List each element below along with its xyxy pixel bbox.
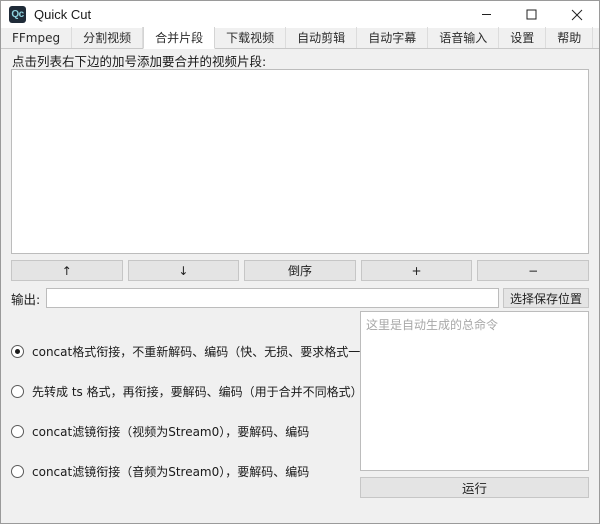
choose-save-location-button[interactable]: 选择保存位置 [502, 288, 589, 308]
instruction-text: 点击列表右下边的加号添加要合并的视频片段: [12, 54, 267, 69]
window-title: Quick Cut [34, 7, 92, 22]
tab-download-video[interactable]: 下载视频 [215, 27, 287, 48]
tab-help[interactable]: 帮助 [546, 27, 594, 48]
tab-settings[interactable]: 设置 [499, 27, 547, 48]
remove-clip-button[interactable]: − [477, 260, 589, 281]
option-label: concat滤镜衔接（视频为Stream0），要解码、编码 [32, 424, 310, 439]
tab-auto-subtitle[interactable]: 自动字幕 [357, 27, 429, 48]
add-clip-button[interactable]: + [360, 260, 473, 281]
window-controls [464, 1, 599, 28]
option-transcode-ts[interactable]: 先转成 ts 格式，再衔接，要解码、编码（用于合并不同格式） [11, 371, 363, 411]
radio-icon [11, 384, 24, 398]
app-window: Qc Quick Cut FFmpeg 分割视频 合并片段 下载视频 自动剪辑 … [0, 0, 600, 524]
output-path-input[interactable] [46, 288, 499, 308]
run-button[interactable]: 运行 [360, 477, 589, 498]
minimize-button[interactable] [464, 1, 509, 28]
tab-bar: FFmpeg 分割视频 合并片段 下载视频 自动剪辑 自动字幕 语音输入 设置 … [1, 27, 599, 49]
close-button[interactable] [554, 1, 599, 28]
radio-icon [11, 344, 24, 358]
list-action-buttons: ↑ ↓ 倒序 + − [11, 260, 589, 281]
radio-icon [11, 464, 24, 478]
merge-mode-options: concat格式衔接，不重新解码、编码（快、无损、要求格式一致） 先转成 ts … [11, 331, 384, 491]
move-up-button[interactable]: ↑ [11, 260, 123, 281]
maximize-button[interactable] [509, 1, 554, 28]
option-concat-filter-video[interactable]: concat滤镜衔接（视频为Stream0），要解码、编码 [11, 411, 356, 451]
reverse-order-button[interactable]: 倒序 [244, 260, 356, 281]
close-icon [571, 9, 582, 20]
option-concat-format[interactable]: concat格式衔接，不重新解码、编码（快、无损、要求格式一致） [11, 331, 384, 371]
radio-icon [11, 424, 24, 438]
minimize-icon [482, 14, 491, 15]
option-label: 先转成 ts 格式，再衔接，要解码、编码（用于合并不同格式） [32, 384, 363, 399]
title-bar: Qc Quick Cut [1, 1, 599, 28]
output-label: 输出: [11, 291, 41, 307]
option-concat-filter-audio[interactable]: concat滤镜衔接（音频为Stream0），要解码、编码 [11, 451, 356, 491]
tab-split-video[interactable]: 分割视频 [72, 27, 144, 48]
move-down-button[interactable]: ↓ [127, 260, 240, 281]
option-label: concat格式衔接，不重新解码、编码（快、无损、要求格式一致） [32, 344, 385, 359]
output-row: 输出: 选择保存位置 [11, 288, 589, 308]
command-textarea[interactable] [360, 311, 589, 471]
clip-list[interactable] [11, 69, 589, 254]
option-label: concat滤镜衔接（音频为Stream0），要解码、编码 [32, 464, 310, 479]
tab-ffmpeg[interactable]: FFmpeg [1, 27, 73, 48]
app-logo-icon: Qc [9, 6, 26, 23]
maximize-icon [526, 9, 537, 20]
tab-auto-edit[interactable]: 自动剪辑 [286, 27, 358, 48]
tab-voice-input[interactable]: 语音输入 [428, 27, 500, 48]
tab-merge-clips[interactable]: 合并片段 [143, 27, 216, 49]
